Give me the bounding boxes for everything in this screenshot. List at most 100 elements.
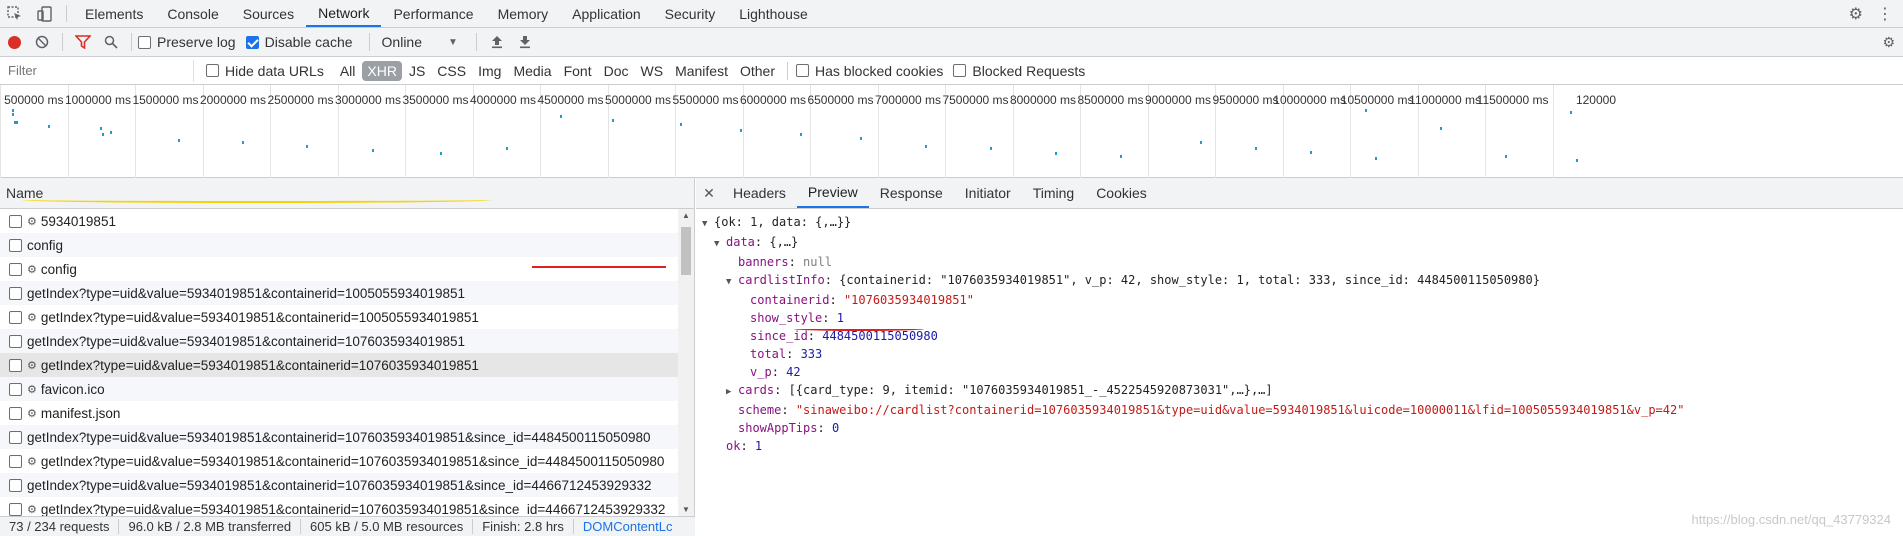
- request-name: config: [27, 237, 64, 253]
- close-icon[interactable]: ✕: [696, 178, 722, 208]
- request-row[interactable]: ⚙ getIndex?type=uid&value=5934019851&cont…: [0, 449, 694, 473]
- filter-toggle-button[interactable]: [69, 28, 97, 56]
- tab-memory[interactable]: Memory: [486, 0, 561, 27]
- filter-separator: [787, 61, 788, 80]
- request-row[interactable]: ⚙ 5934019851: [0, 209, 694, 233]
- key-data: data: [726, 235, 755, 249]
- tab-network[interactable]: Network: [306, 0, 382, 27]
- tab-lighthouse[interactable]: Lighthouse: [727, 0, 820, 27]
- device-toolbar-icon[interactable]: [30, 0, 60, 27]
- preserve-log-checkbox[interactable]: Preserve log: [138, 34, 236, 50]
- timeline-tick-label: 9500000 ms: [1212, 93, 1279, 107]
- collapse-triangle-icon[interactable]: ▶: [726, 383, 738, 401]
- tab-sources[interactable]: Sources: [231, 0, 306, 27]
- preserve-log-label: Preserve log: [157, 34, 236, 50]
- filter-input[interactable]: [4, 59, 194, 82]
- detail-tab-initiator[interactable]: Initiator: [954, 178, 1022, 208]
- detail-tab-cookies[interactable]: Cookies: [1085, 178, 1158, 208]
- timeline-tick-label: 9000000 ms: [1144, 93, 1211, 107]
- filter-type-other[interactable]: Other: [735, 61, 780, 81]
- filter-type-ws[interactable]: WS: [636, 61, 669, 81]
- clear-button[interactable]: [28, 28, 56, 56]
- import-har-button[interactable]: [483, 28, 511, 56]
- timeline-overview[interactable]: 500000 ms 1000000 ms 1500000 ms 2000000 ms 2…: [0, 85, 1903, 178]
- tab-application[interactable]: Application: [560, 0, 653, 27]
- hide-data-urls-checkbox[interactable]: Hide data URLs: [206, 63, 324, 79]
- tab-performance[interactable]: Performance: [381, 0, 485, 27]
- devtools-tabbar: Elements Console Sources Network Performance…: [0, 0, 1903, 28]
- expand-triangle-icon[interactable]: ▼: [714, 235, 726, 253]
- service-worker-gear-icon: ⚙: [27, 215, 37, 228]
- inspect-element-icon[interactable]: [0, 0, 30, 27]
- request-row[interactable]: ⚙ manifest.json: [0, 401, 694, 425]
- preview-data-line[interactable]: ▼ data: {,…}: [702, 233, 1903, 253]
- blocked-requests-checkbox[interactable]: Blocked Requests: [953, 63, 1085, 79]
- timeline-request-mark: [440, 152, 442, 155]
- request-row[interactable]: getIndex?type=uid&value=5934019851&conta…: [0, 473, 694, 497]
- filter-type-img[interactable]: Img: [473, 61, 506, 81]
- expand-triangle-icon[interactable]: ▼: [702, 215, 714, 233]
- request-row[interactable]: ⚙ getIndex?type=uid&value=5934019851&cont…: [0, 305, 694, 329]
- request-row[interactable]: getIndex?type=uid&value=5934019851&conta…: [0, 329, 694, 353]
- preview-cards-line[interactable]: ▶ cards: [{card_type: 9, itemid: "1076035…: [702, 381, 1903, 401]
- filter-type-css[interactable]: CSS: [432, 61, 471, 81]
- settings-gear-icon[interactable]: ⚙: [1849, 4, 1863, 24]
- request-row[interactable]: ⚙ favicon.ico: [0, 377, 694, 401]
- scrollbar-thumb[interactable]: [681, 227, 691, 275]
- filter-type-all[interactable]: All: [335, 61, 361, 81]
- disable-cache-checkbox[interactable]: Disable cache: [245, 34, 353, 50]
- more-options-icon[interactable]: ⋮: [1877, 4, 1893, 24]
- request-row[interactable]: config: [0, 233, 694, 257]
- search-button[interactable]: [97, 28, 125, 56]
- column-header-name[interactable]: Name: [0, 178, 694, 209]
- request-type-icon: [9, 310, 22, 324]
- key-banners: banners: [738, 255, 789, 269]
- timeline-tick-label: 120000: [1575, 93, 1616, 107]
- filter-type-font[interactable]: Font: [559, 61, 597, 81]
- request-row[interactable]: getIndex?type=uid&value=5934019851&conta…: [0, 281, 694, 305]
- request-row[interactable]: ⚙ getIndex?type=uid&value=5934019851&cont…: [0, 497, 694, 516]
- throttling-select[interactable]: Online ▼: [382, 34, 458, 50]
- preview-root-line[interactable]: ▼ {ok: 1, data: {,…}}: [702, 213, 1903, 233]
- has-blocked-cookies-checkbox[interactable]: Has blocked cookies: [796, 63, 943, 79]
- request-type-icon: [9, 214, 22, 228]
- timeline-request-mark: [612, 119, 614, 122]
- filter-type-doc[interactable]: Doc: [599, 61, 634, 81]
- tab-security[interactable]: Security: [653, 0, 728, 27]
- request-row[interactable]: getIndex?type=uid&value=5934019851&conta…: [0, 425, 694, 449]
- timeline-tick: 2500000 ms: [267, 85, 338, 178]
- request-row[interactable]: ⚙ config: [0, 257, 694, 281]
- request-name: manifest.json: [40, 405, 121, 421]
- timeline-request-mark: [560, 115, 562, 118]
- request-type-icon: [9, 262, 22, 276]
- detail-tab-preview[interactable]: Preview: [796, 178, 869, 208]
- preview-cardlistinfo-line[interactable]: ▼ cardlistInfo: {containerid: "1076035934…: [702, 271, 1903, 291]
- requests-scrollbar[interactable]: ▲ ▼: [678, 209, 694, 516]
- throttling-value: Online: [381, 34, 422, 50]
- detail-tab-headers[interactable]: Headers: [722, 178, 797, 208]
- toolbar-separator: [131, 33, 132, 51]
- timeline-request-mark: [506, 147, 508, 150]
- filter-type-js[interactable]: JS: [404, 61, 430, 81]
- filter-type-xhr[interactable]: XHR: [362, 60, 402, 81]
- main-tabs: Elements Console Sources Network Performance…: [73, 0, 820, 27]
- network-settings-gear-icon[interactable]: ⚙: [1882, 34, 1903, 51]
- cardlistinfo-summary: {containerid: "1076035934019851", v_p: 4…: [839, 273, 1540, 287]
- expand-triangle-icon[interactable]: ▼: [726, 273, 738, 291]
- export-har-button[interactable]: [511, 28, 539, 56]
- tab-console[interactable]: Console: [155, 0, 230, 27]
- record-button[interactable]: [0, 28, 28, 56]
- tab-elements[interactable]: Elements: [73, 0, 155, 27]
- red-underline-annotation: [532, 264, 666, 268]
- timeline-request-mark: [860, 137, 862, 140]
- chevron-down-icon: ▼: [448, 36, 458, 48]
- network-toolbar: Preserve log Disable cache Online ▼ ⚙: [0, 28, 1903, 57]
- timeline-tick-label: 7000000 ms: [874, 93, 941, 107]
- filter-type-manifest[interactable]: Manifest: [670, 61, 733, 81]
- scroll-down-icon[interactable]: ▼: [682, 505, 690, 514]
- request-row[interactable]: ⚙ getIndex?type=uid&value=5934019851&cont…: [0, 353, 694, 377]
- detail-tab-response[interactable]: Response: [869, 178, 954, 208]
- filter-type-media[interactable]: Media: [508, 61, 556, 81]
- scroll-up-icon[interactable]: ▲: [682, 211, 690, 220]
- detail-tab-timing[interactable]: Timing: [1022, 178, 1086, 208]
